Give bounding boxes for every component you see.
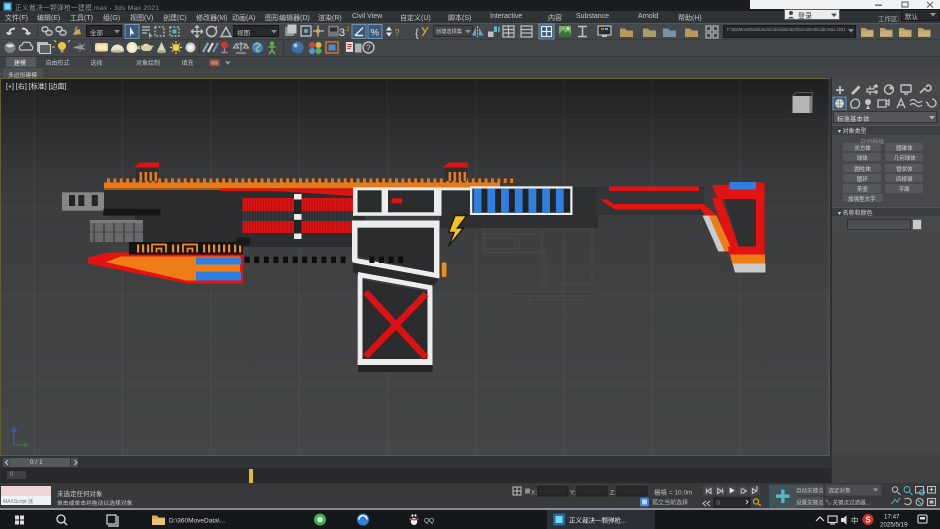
svg-text:Y:: Y: — [570, 490, 576, 497]
svg-text:S: S — [866, 515, 872, 524]
svg-text:2025/5/19: 2025/5/19 — [880, 521, 908, 528]
svg-text:设置关键点: 设置关键点 — [796, 499, 824, 507]
svg-text:选定对象: 选定对象 — [829, 487, 852, 495]
svg-text:自动关键点: 自动关键点 — [796, 487, 824, 495]
svg-text:栅格 = 10.0m: 栅格 = 10.0m — [654, 488, 692, 497]
svg-text:?: ? — [366, 44, 371, 53]
svg-text:D:\360MoveData\...: D:\360MoveData\... — [169, 517, 225, 524]
svg-text:中: 中 — [851, 515, 859, 525]
svg-text:[+] [右] [标准] [边面]: [+] [右] [标准] [边面] — [6, 82, 67, 91]
svg-text:正义裁决一颗弹枪...: 正义裁决一颗弹枪... — [569, 515, 627, 524]
svg-text:孤立当前选择: 孤立当前选择 — [652, 499, 688, 507]
svg-text:㌔ 关键点过滤器...: ㌔ 关键点过滤器... — [826, 499, 871, 507]
svg-text:X:: X: — [531, 490, 537, 497]
svg-text:17:47: 17:47 — [884, 513, 900, 520]
svg-text:Z:: Z: — [610, 490, 616, 497]
svg-text:QQ: QQ — [424, 517, 434, 524]
